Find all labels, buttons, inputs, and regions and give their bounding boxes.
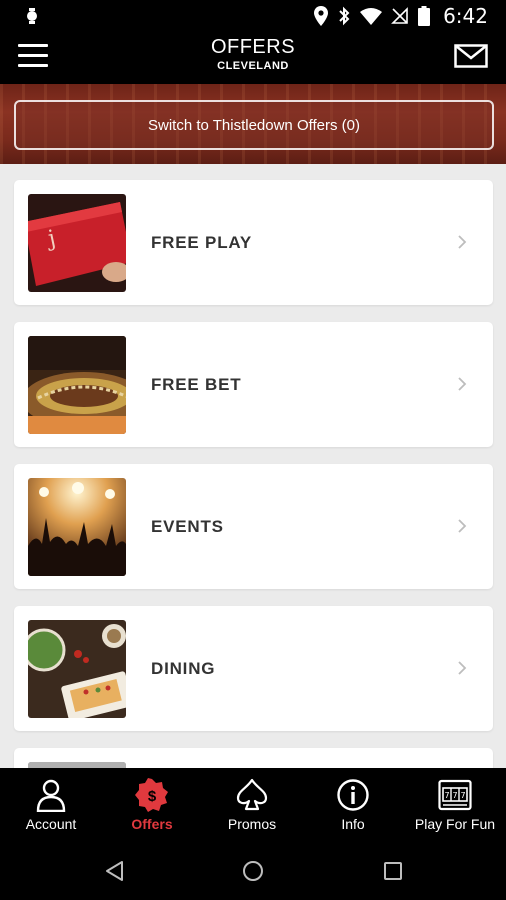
recent-apps-icon[interactable] xyxy=(382,860,404,882)
top-app-bar: OFFERS CLEVELAND xyxy=(0,32,506,84)
page-subtitle: CLEVELAND xyxy=(217,60,289,72)
tab-play-for-fun[interactable]: 7 7 7 Play For Fun xyxy=(404,768,506,840)
status-bar: 6:42 xyxy=(0,0,506,32)
tab-info[interactable]: Info xyxy=(302,768,404,840)
location-icon xyxy=(314,6,329,26)
tab-promos[interactable]: Promos xyxy=(202,768,302,840)
offer-card-free-play[interactable]: j FREE PLAY xyxy=(14,180,493,305)
offer-label: EVENTS xyxy=(151,516,224,536)
tab-account[interactable]: Account xyxy=(0,768,102,840)
tab-label: Promos xyxy=(227,816,277,832)
info-icon xyxy=(337,779,369,811)
tab-label: Play For Fun xyxy=(414,816,496,832)
location-banner: Switch to Thistledown Offers (0) xyxy=(0,84,506,164)
events-thumbnail xyxy=(28,478,126,576)
back-icon[interactable] xyxy=(104,860,126,882)
slot-machine-icon: 7 7 7 xyxy=(438,779,472,811)
system-navigation-bar xyxy=(0,840,506,900)
person-icon xyxy=(36,779,66,812)
offer-card-partial[interactable] xyxy=(14,748,493,768)
offer-label: FREE PLAY xyxy=(151,232,253,252)
wifi-icon xyxy=(360,8,383,25)
battery-icon xyxy=(418,6,431,26)
offers-list: j FREE PLAY FREE BET EVENTS DINING xyxy=(0,164,506,768)
switch-location-button[interactable]: Switch to Thistledown Offers (0) xyxy=(14,100,494,150)
free-play-thumbnail: j xyxy=(28,194,126,292)
chevron-right-icon xyxy=(458,235,467,249)
status-time: 6:42 xyxy=(443,4,488,28)
header-title-block: OFFERS CLEVELAND xyxy=(0,36,506,72)
bluetooth-icon xyxy=(339,6,350,26)
dollar-badge-icon: $ xyxy=(135,778,168,812)
tab-label: Info xyxy=(341,816,365,832)
offer-label: DINING xyxy=(151,658,216,678)
no-sim-icon xyxy=(391,7,408,24)
offer-card-dining[interactable]: DINING xyxy=(14,606,493,731)
chevron-right-icon xyxy=(458,519,467,533)
offer-label: FREE BET xyxy=(151,374,242,394)
watch-icon xyxy=(27,8,37,24)
chevron-right-icon xyxy=(458,377,467,391)
home-icon[interactable] xyxy=(242,860,264,882)
free-bet-thumbnail xyxy=(28,336,126,434)
tab-offers[interactable]: $ Offers xyxy=(102,768,202,840)
offer-card-free-bet[interactable]: FREE BET xyxy=(14,322,493,447)
svg-text:7: 7 xyxy=(460,791,465,800)
page-title: OFFERS xyxy=(210,36,296,58)
tab-label: Account xyxy=(25,816,77,832)
tab-label: Offers xyxy=(131,816,173,832)
spade-icon xyxy=(236,778,268,811)
svg-text:7: 7 xyxy=(452,791,457,800)
mail-icon[interactable] xyxy=(454,44,488,68)
svg-text:7: 7 xyxy=(444,791,449,800)
bottom-tab-bar: Account $ Offers Promos Info 7 7 7 Play … xyxy=(0,768,506,840)
dining-thumbnail xyxy=(28,620,126,718)
offer-card-events[interactable]: EVENTS xyxy=(14,464,493,589)
chevron-right-icon xyxy=(458,661,467,675)
svg-text:$: $ xyxy=(148,788,157,805)
